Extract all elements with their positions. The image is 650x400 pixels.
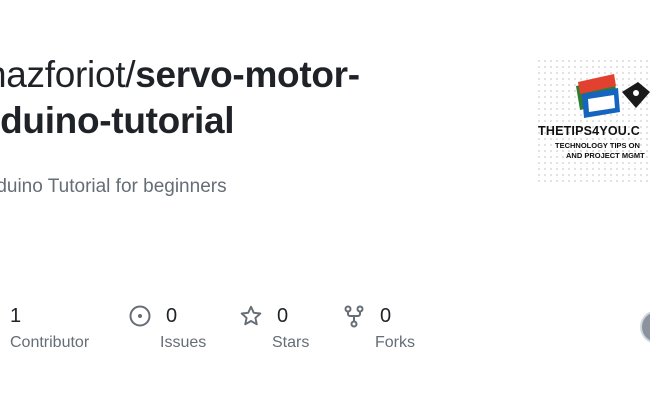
star-icon xyxy=(240,305,262,326)
contributor-avatar[interactable] xyxy=(640,310,650,344)
repo-title[interactable]: hazforiot/servo-motor- rduino-tutorial xyxy=(0,52,456,144)
forks-count: 0 xyxy=(380,304,392,327)
stat-stars[interactable]: 0 Stars xyxy=(239,300,309,352)
repo-forked-icon xyxy=(344,305,364,328)
contributors-label: Contributor xyxy=(10,334,90,351)
repo-owner[interactable]: hazforiot/ xyxy=(0,54,136,95)
stat-forks[interactable]: 0 Forks xyxy=(342,300,415,352)
forks-label: Forks xyxy=(375,334,415,351)
issue-opened-icon xyxy=(129,305,151,327)
stars-count: 0 xyxy=(277,304,289,327)
logo-tagline-1: TECHNOLOGY TIPS ON xyxy=(555,141,640,150)
repo-description: rduino Tutorial for beginners xyxy=(0,176,227,197)
logo-tagline-2: AND PROJECT MGMT xyxy=(566,151,645,160)
issues-label: Issues xyxy=(160,334,207,351)
stat-contributors[interactable]: 1 Contributor xyxy=(10,300,89,352)
stars-label: Stars xyxy=(272,334,310,351)
repo-name-line1[interactable]: servo-motor- xyxy=(135,54,360,95)
stat-issues[interactable]: 0 Issues xyxy=(128,300,206,352)
laptop-pen-logo-icon xyxy=(576,74,650,118)
logo-title: THETIPS4YOU.C xyxy=(538,124,640,138)
repo-name-line2[interactable]: rduino-tutorial xyxy=(0,100,235,141)
issues-count: 0 xyxy=(166,304,178,327)
contributors-count: 1 xyxy=(10,304,22,327)
